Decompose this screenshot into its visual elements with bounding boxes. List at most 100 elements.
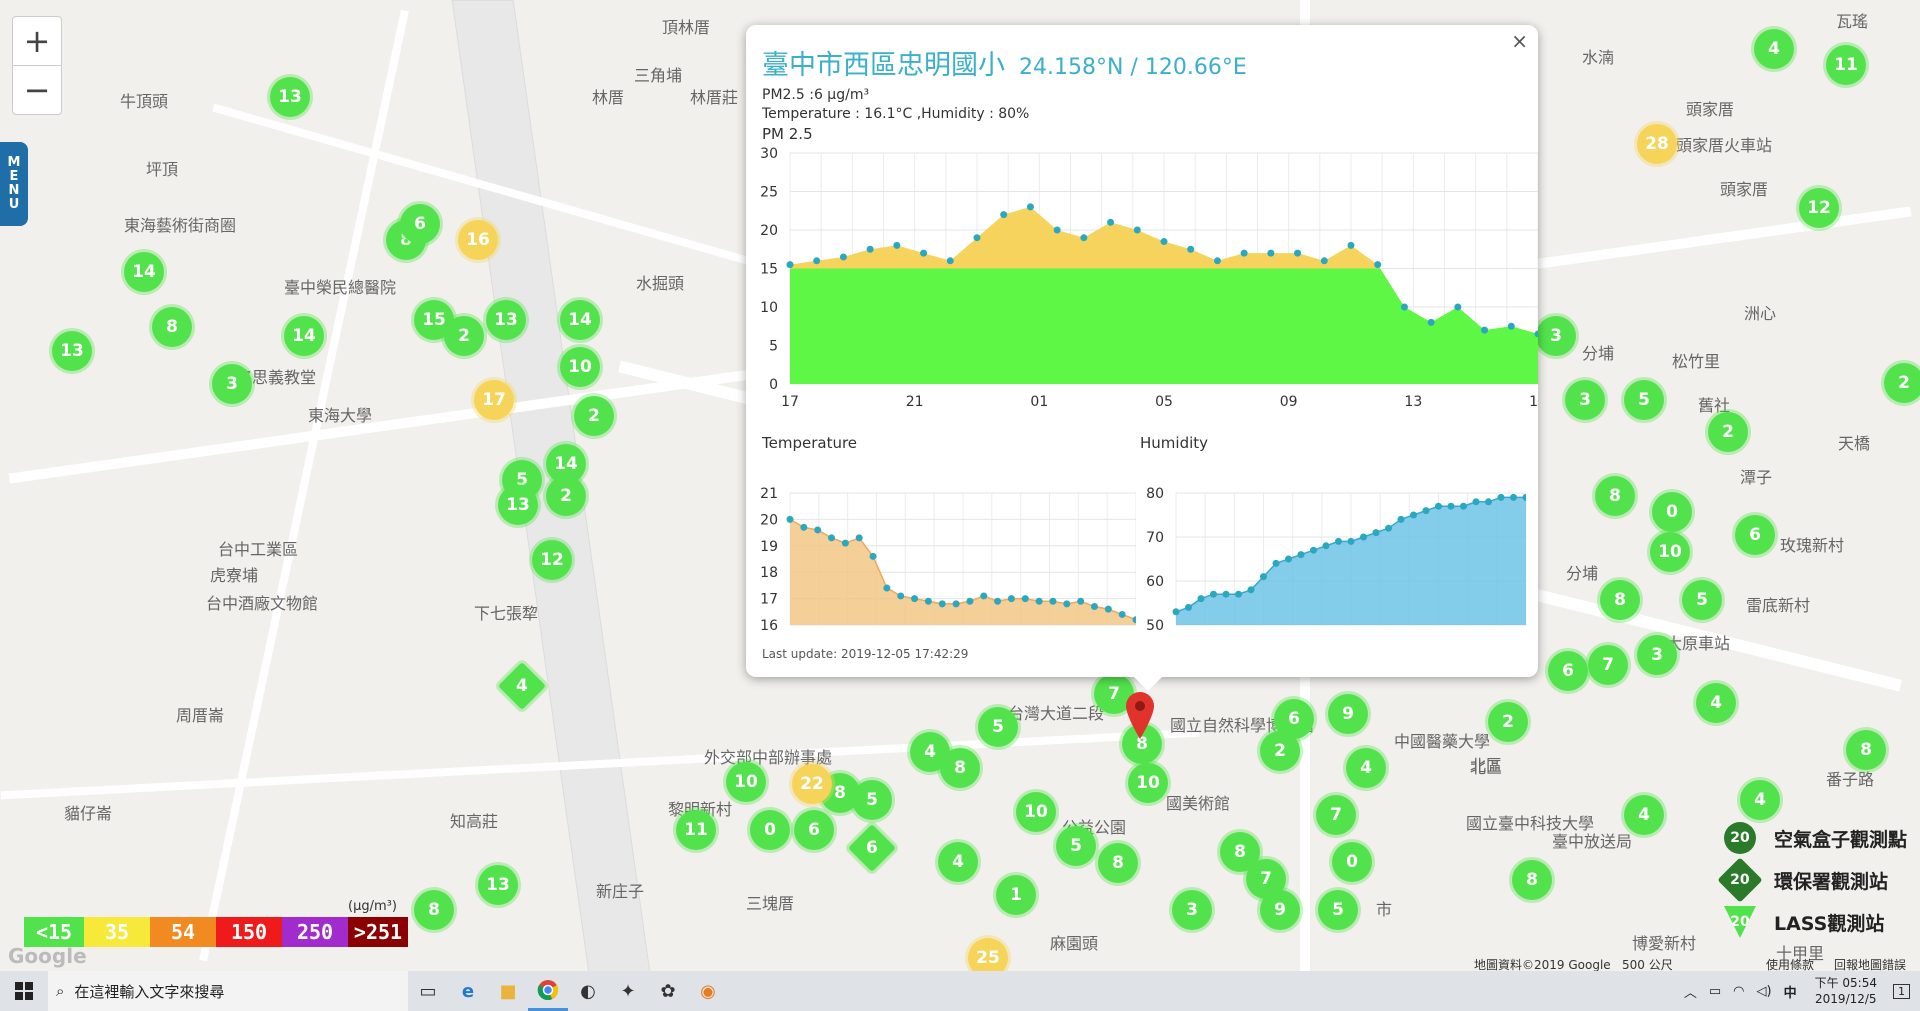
file-explorer-icon[interactable]: ■: [488, 971, 528, 1011]
station-marker[interactable]: 6: [794, 810, 834, 850]
station-marker[interactable]: 17: [474, 380, 514, 420]
map[interactable]: 頂林厝 三角埔 林厝 林厝莊 水湳 瓦瑤 頭家厝 頭家厝 牛頂頭 坪頂 東海藝術…: [0, 0, 1920, 971]
report-error-link[interactable]: 回報地圖錯誤: [1834, 956, 1906, 971]
station-marker[interactable]: 9: [1260, 890, 1300, 930]
station-marker[interactable]: 4: [497, 661, 547, 711]
station-marker[interactable]: 6: [1548, 651, 1588, 691]
station-marker[interactable]: 9: [1328, 694, 1368, 734]
station-marker[interactable]: 5: [1056, 826, 1096, 866]
app-icon[interactable]: ◐: [568, 971, 608, 1011]
y-tick-label: 60: [1146, 574, 1164, 590]
place-label: 知高莊: [450, 812, 499, 831]
station-marker[interactable]: 2: [1260, 731, 1300, 771]
station-marker[interactable]: 4: [1740, 780, 1780, 820]
station-marker[interactable]: 3: [1565, 380, 1605, 420]
station-marker[interactable]: 8: [940, 748, 980, 788]
station-marker[interactable]: 3: [1637, 635, 1677, 675]
station-marker[interactable]: 4: [1346, 748, 1386, 788]
station-marker[interactable]: 2: [1884, 363, 1920, 403]
y-tick-label: 16: [760, 618, 778, 634]
location-pin-icon[interactable]: [1124, 690, 1156, 740]
station-marker[interactable]: 0: [750, 810, 790, 850]
station-marker[interactable]: 8: [1595, 476, 1635, 516]
data-point: [1172, 608, 1180, 616]
station-marker[interactable]: 6: [400, 204, 440, 244]
station-marker[interactable]: 7: [1316, 795, 1356, 835]
zoom-in-button[interactable]: +: [12, 16, 62, 66]
task-view-icon[interactable]: ▭: [408, 971, 448, 1011]
station-marker[interactable]: 25: [968, 938, 1008, 971]
station-marker[interactable]: 8: [414, 890, 454, 930]
station-marker[interactable]: 5: [1682, 580, 1722, 620]
station-marker[interactable]: 5: [1624, 380, 1664, 420]
data-point: [1133, 226, 1141, 234]
station-marker[interactable]: 1: [996, 875, 1036, 915]
station-marker[interactable]: 6: [847, 823, 897, 873]
station-marker[interactable]: 8: [1846, 730, 1886, 770]
network-icon[interactable]: ◠: [1733, 984, 1744, 999]
app-icon[interactable]: ✿: [648, 971, 688, 1011]
station-marker[interactable]: 2: [444, 316, 484, 356]
edge-icon[interactable]: e: [448, 971, 488, 1011]
station-marker[interactable]: 5: [1318, 890, 1358, 930]
station-marker[interactable]: 2: [574, 396, 614, 436]
station-marker[interactable]: 11: [1826, 45, 1866, 85]
station-marker[interactable]: 0: [1652, 492, 1692, 532]
battery-icon[interactable]: ▭: [1709, 984, 1721, 999]
station-marker[interactable]: 12: [532, 540, 572, 580]
station-marker[interactable]: 10: [560, 347, 600, 387]
station-marker[interactable]: 13: [498, 485, 538, 525]
station-marker[interactable]: 5: [978, 707, 1018, 747]
notification-icon[interactable]: 1: [1893, 983, 1910, 999]
place-label: 分埔: [1582, 344, 1615, 363]
station-marker[interactable]: 8: [1512, 860, 1552, 900]
station-marker[interactable]: 13: [270, 77, 310, 117]
volume-icon[interactable]: ◁): [1757, 984, 1772, 999]
ime-indicator[interactable]: 中: [1784, 982, 1797, 1001]
windows-start-icon[interactable]: [0, 971, 48, 1011]
station-marker[interactable]: 8: [1098, 843, 1138, 883]
terms-link[interactable]: 使用條款: [1766, 956, 1814, 971]
station-marker[interactable]: 8: [1600, 580, 1640, 620]
station-marker[interactable]: 6: [1735, 515, 1775, 555]
station-marker[interactable]: 13: [52, 331, 92, 371]
close-icon[interactable]: ×: [1511, 29, 1528, 53]
station-marker[interactable]: 4: [1624, 795, 1664, 835]
station-marker[interactable]: 7: [1588, 645, 1628, 685]
station-marker[interactable]: 13: [486, 300, 526, 340]
station-marker[interactable]: 10: [1016, 792, 1056, 832]
station-marker[interactable]: 14: [284, 316, 324, 356]
station-marker[interactable]: 4: [938, 842, 978, 882]
menu-tab[interactable]: M E N U: [0, 142, 28, 226]
taskbar-search[interactable]: ⌕ 在這裡輸入文字來搜尋: [48, 971, 408, 1011]
chevron-up-icon[interactable]: ︿: [1684, 982, 1697, 1001]
station-marker[interactable]: 4: [1754, 29, 1794, 69]
station-marker[interactable]: 16: [458, 220, 498, 260]
station-marker[interactable]: 10: [726, 762, 766, 802]
y-tick-label: 20: [760, 512, 778, 528]
station-marker[interactable]: 3: [1536, 316, 1576, 356]
station-marker[interactable]: 3: [212, 364, 252, 404]
app-icon[interactable]: ✦: [608, 971, 648, 1011]
station-marker[interactable]: 12: [1799, 188, 1839, 228]
station-marker[interactable]: 10: [1128, 763, 1168, 803]
station-marker[interactable]: 4: [1696, 683, 1736, 723]
station-marker[interactable]: 2: [1708, 412, 1748, 452]
station-marker[interactable]: 14: [560, 300, 600, 340]
blender-icon[interactable]: ◉: [688, 971, 728, 1011]
station-marker[interactable]: 11: [676, 810, 716, 850]
station-marker[interactable]: 3: [1172, 890, 1212, 930]
station-marker[interactable]: 13: [478, 865, 518, 905]
station-marker[interactable]: 2: [1488, 702, 1528, 742]
clock[interactable]: 下午 05:54 2019/12/5: [1815, 975, 1877, 1007]
zoom-out-button[interactable]: −: [12, 65, 62, 115]
station-marker[interactable]: 5: [852, 780, 892, 820]
station-marker[interactable]: 10: [1650, 532, 1690, 572]
station-marker[interactable]: 28: [1637, 124, 1677, 164]
station-marker[interactable]: 22: [792, 764, 832, 804]
station-marker[interactable]: 14: [124, 252, 164, 292]
station-marker[interactable]: 2: [546, 476, 586, 516]
station-marker[interactable]: 8: [152, 307, 192, 347]
station-marker[interactable]: 0: [1332, 842, 1372, 882]
chrome-icon[interactable]: [528, 971, 568, 1011]
